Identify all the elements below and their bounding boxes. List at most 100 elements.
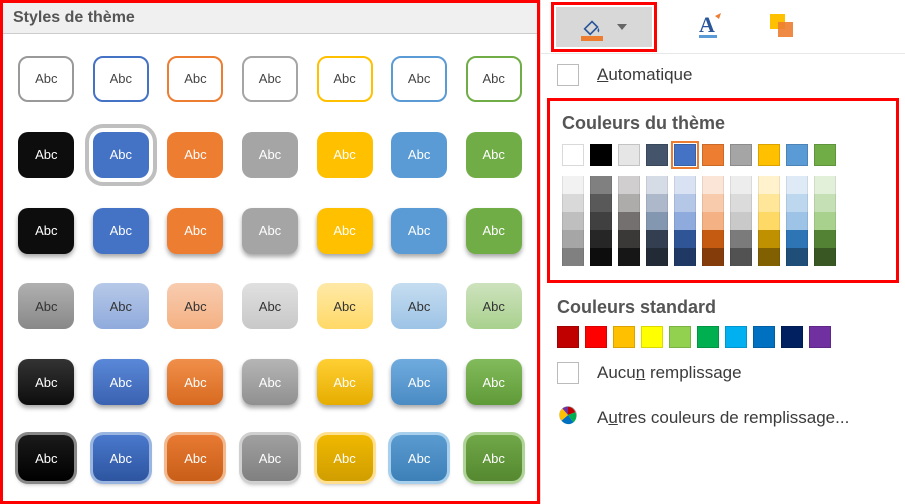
theme-style-swatch[interactable]: Abc [167, 132, 223, 178]
theme-shade-swatch[interactable] [730, 248, 752, 266]
theme-style-swatch[interactable]: Abc [391, 283, 447, 329]
theme-shade-swatch[interactable] [702, 230, 724, 248]
theme-style-swatch[interactable]: Abc [93, 132, 149, 178]
theme-style-swatch[interactable]: Abc [242, 56, 298, 102]
more-fill-colors-item[interactable]: Autres couleurs de remplissage... [541, 394, 905, 441]
text-effects-icon[interactable]: A [697, 10, 727, 43]
theme-style-swatch[interactable]: Abc [242, 359, 298, 405]
theme-shade-swatch[interactable] [646, 212, 668, 230]
theme-shade-swatch[interactable] [590, 176, 612, 194]
theme-style-swatch[interactable]: Abc [391, 132, 447, 178]
theme-shade-swatch[interactable] [674, 176, 696, 194]
theme-style-swatch[interactable]: Abc [18, 283, 74, 329]
theme-shade-swatch[interactable] [730, 230, 752, 248]
theme-shade-swatch[interactable] [618, 212, 640, 230]
theme-shade-swatch[interactable] [618, 248, 640, 266]
theme-shade-swatch[interactable] [786, 176, 808, 194]
theme-shade-swatch[interactable] [562, 230, 584, 248]
theme-shade-swatch[interactable] [646, 176, 668, 194]
standard-color-swatch[interactable] [585, 326, 607, 348]
theme-style-swatch[interactable]: Abc [466, 208, 522, 254]
theme-style-swatch[interactable]: Abc [93, 435, 149, 481]
theme-style-swatch[interactable]: Abc [391, 56, 447, 102]
theme-shade-swatch[interactable] [562, 194, 584, 212]
shape-fill-button[interactable] [556, 7, 652, 47]
theme-accent-swatch[interactable] [702, 144, 724, 166]
theme-style-swatch[interactable]: Abc [93, 359, 149, 405]
theme-style-swatch[interactable]: Abc [317, 359, 373, 405]
theme-shade-swatch[interactable] [786, 248, 808, 266]
theme-accent-swatch[interactable] [730, 144, 752, 166]
theme-style-swatch[interactable]: Abc [242, 435, 298, 481]
shape-overlap-icon[interactable] [767, 11, 795, 42]
theme-shade-swatch[interactable] [618, 176, 640, 194]
standard-color-swatch[interactable] [725, 326, 747, 348]
theme-shade-swatch[interactable] [590, 212, 612, 230]
theme-style-swatch[interactable]: Abc [317, 208, 373, 254]
standard-color-swatch[interactable] [613, 326, 635, 348]
theme-shade-swatch[interactable] [562, 212, 584, 230]
theme-style-swatch[interactable]: Abc [18, 435, 74, 481]
theme-accent-swatch[interactable] [590, 144, 612, 166]
theme-shade-swatch[interactable] [590, 248, 612, 266]
theme-shade-swatch[interactable] [674, 248, 696, 266]
theme-style-swatch[interactable]: Abc [18, 359, 74, 405]
theme-shade-swatch[interactable] [618, 194, 640, 212]
theme-style-swatch[interactable]: Abc [93, 56, 149, 102]
theme-style-swatch[interactable]: Abc [317, 435, 373, 481]
theme-accent-swatch[interactable] [618, 144, 640, 166]
theme-shade-swatch[interactable] [646, 194, 668, 212]
theme-style-swatch[interactable]: Abc [167, 56, 223, 102]
theme-shade-swatch[interactable] [702, 176, 724, 194]
standard-color-swatch[interactable] [669, 326, 691, 348]
theme-shade-swatch[interactable] [758, 194, 780, 212]
standard-color-swatch[interactable] [781, 326, 803, 348]
theme-style-swatch[interactable]: Abc [466, 359, 522, 405]
standard-color-swatch[interactable] [753, 326, 775, 348]
theme-style-swatch[interactable]: Abc [317, 56, 373, 102]
theme-shade-swatch[interactable] [786, 194, 808, 212]
theme-shade-swatch[interactable] [730, 176, 752, 194]
theme-style-swatch[interactable]: Abc [466, 283, 522, 329]
theme-style-swatch[interactable]: Abc [391, 435, 447, 481]
standard-color-swatch[interactable] [809, 326, 831, 348]
theme-style-swatch[interactable]: Abc [167, 359, 223, 405]
theme-shade-swatch[interactable] [814, 194, 836, 212]
theme-accent-swatch[interactable] [562, 144, 584, 166]
no-fill-item[interactable]: Aucun remplissage [541, 352, 905, 394]
theme-style-swatch[interactable]: Abc [317, 132, 373, 178]
theme-shade-swatch[interactable] [702, 248, 724, 266]
theme-style-swatch[interactable]: Abc [391, 359, 447, 405]
theme-shade-swatch[interactable] [814, 248, 836, 266]
theme-shade-swatch[interactable] [758, 230, 780, 248]
theme-style-swatch[interactable]: Abc [167, 208, 223, 254]
theme-style-swatch[interactable]: Abc [167, 435, 223, 481]
theme-shade-swatch[interactable] [758, 176, 780, 194]
theme-shade-swatch[interactable] [646, 230, 668, 248]
theme-style-swatch[interactable]: Abc [466, 435, 522, 481]
theme-style-swatch[interactable]: Abc [18, 56, 74, 102]
theme-shade-swatch[interactable] [674, 230, 696, 248]
theme-style-swatch[interactable]: Abc [93, 208, 149, 254]
theme-style-swatch[interactable]: Abc [466, 56, 522, 102]
theme-shade-swatch[interactable] [730, 212, 752, 230]
theme-style-swatch[interactable]: Abc [18, 132, 74, 178]
theme-shade-swatch[interactable] [758, 212, 780, 230]
theme-shade-swatch[interactable] [562, 176, 584, 194]
theme-shade-swatch[interactable] [814, 176, 836, 194]
theme-shade-swatch[interactable] [814, 212, 836, 230]
theme-accent-swatch[interactable] [646, 144, 668, 166]
theme-shade-swatch[interactable] [590, 194, 612, 212]
theme-shade-swatch[interactable] [618, 230, 640, 248]
theme-style-swatch[interactable]: Abc [242, 208, 298, 254]
theme-shade-swatch[interactable] [702, 194, 724, 212]
theme-accent-swatch[interactable] [758, 144, 780, 166]
theme-shade-swatch[interactable] [674, 194, 696, 212]
theme-shade-swatch[interactable] [562, 248, 584, 266]
theme-shade-swatch[interactable] [814, 230, 836, 248]
theme-style-swatch[interactable]: Abc [466, 132, 522, 178]
theme-style-swatch[interactable]: Abc [167, 283, 223, 329]
theme-shade-swatch[interactable] [674, 212, 696, 230]
theme-shade-swatch[interactable] [646, 248, 668, 266]
theme-accent-swatch[interactable] [786, 144, 808, 166]
